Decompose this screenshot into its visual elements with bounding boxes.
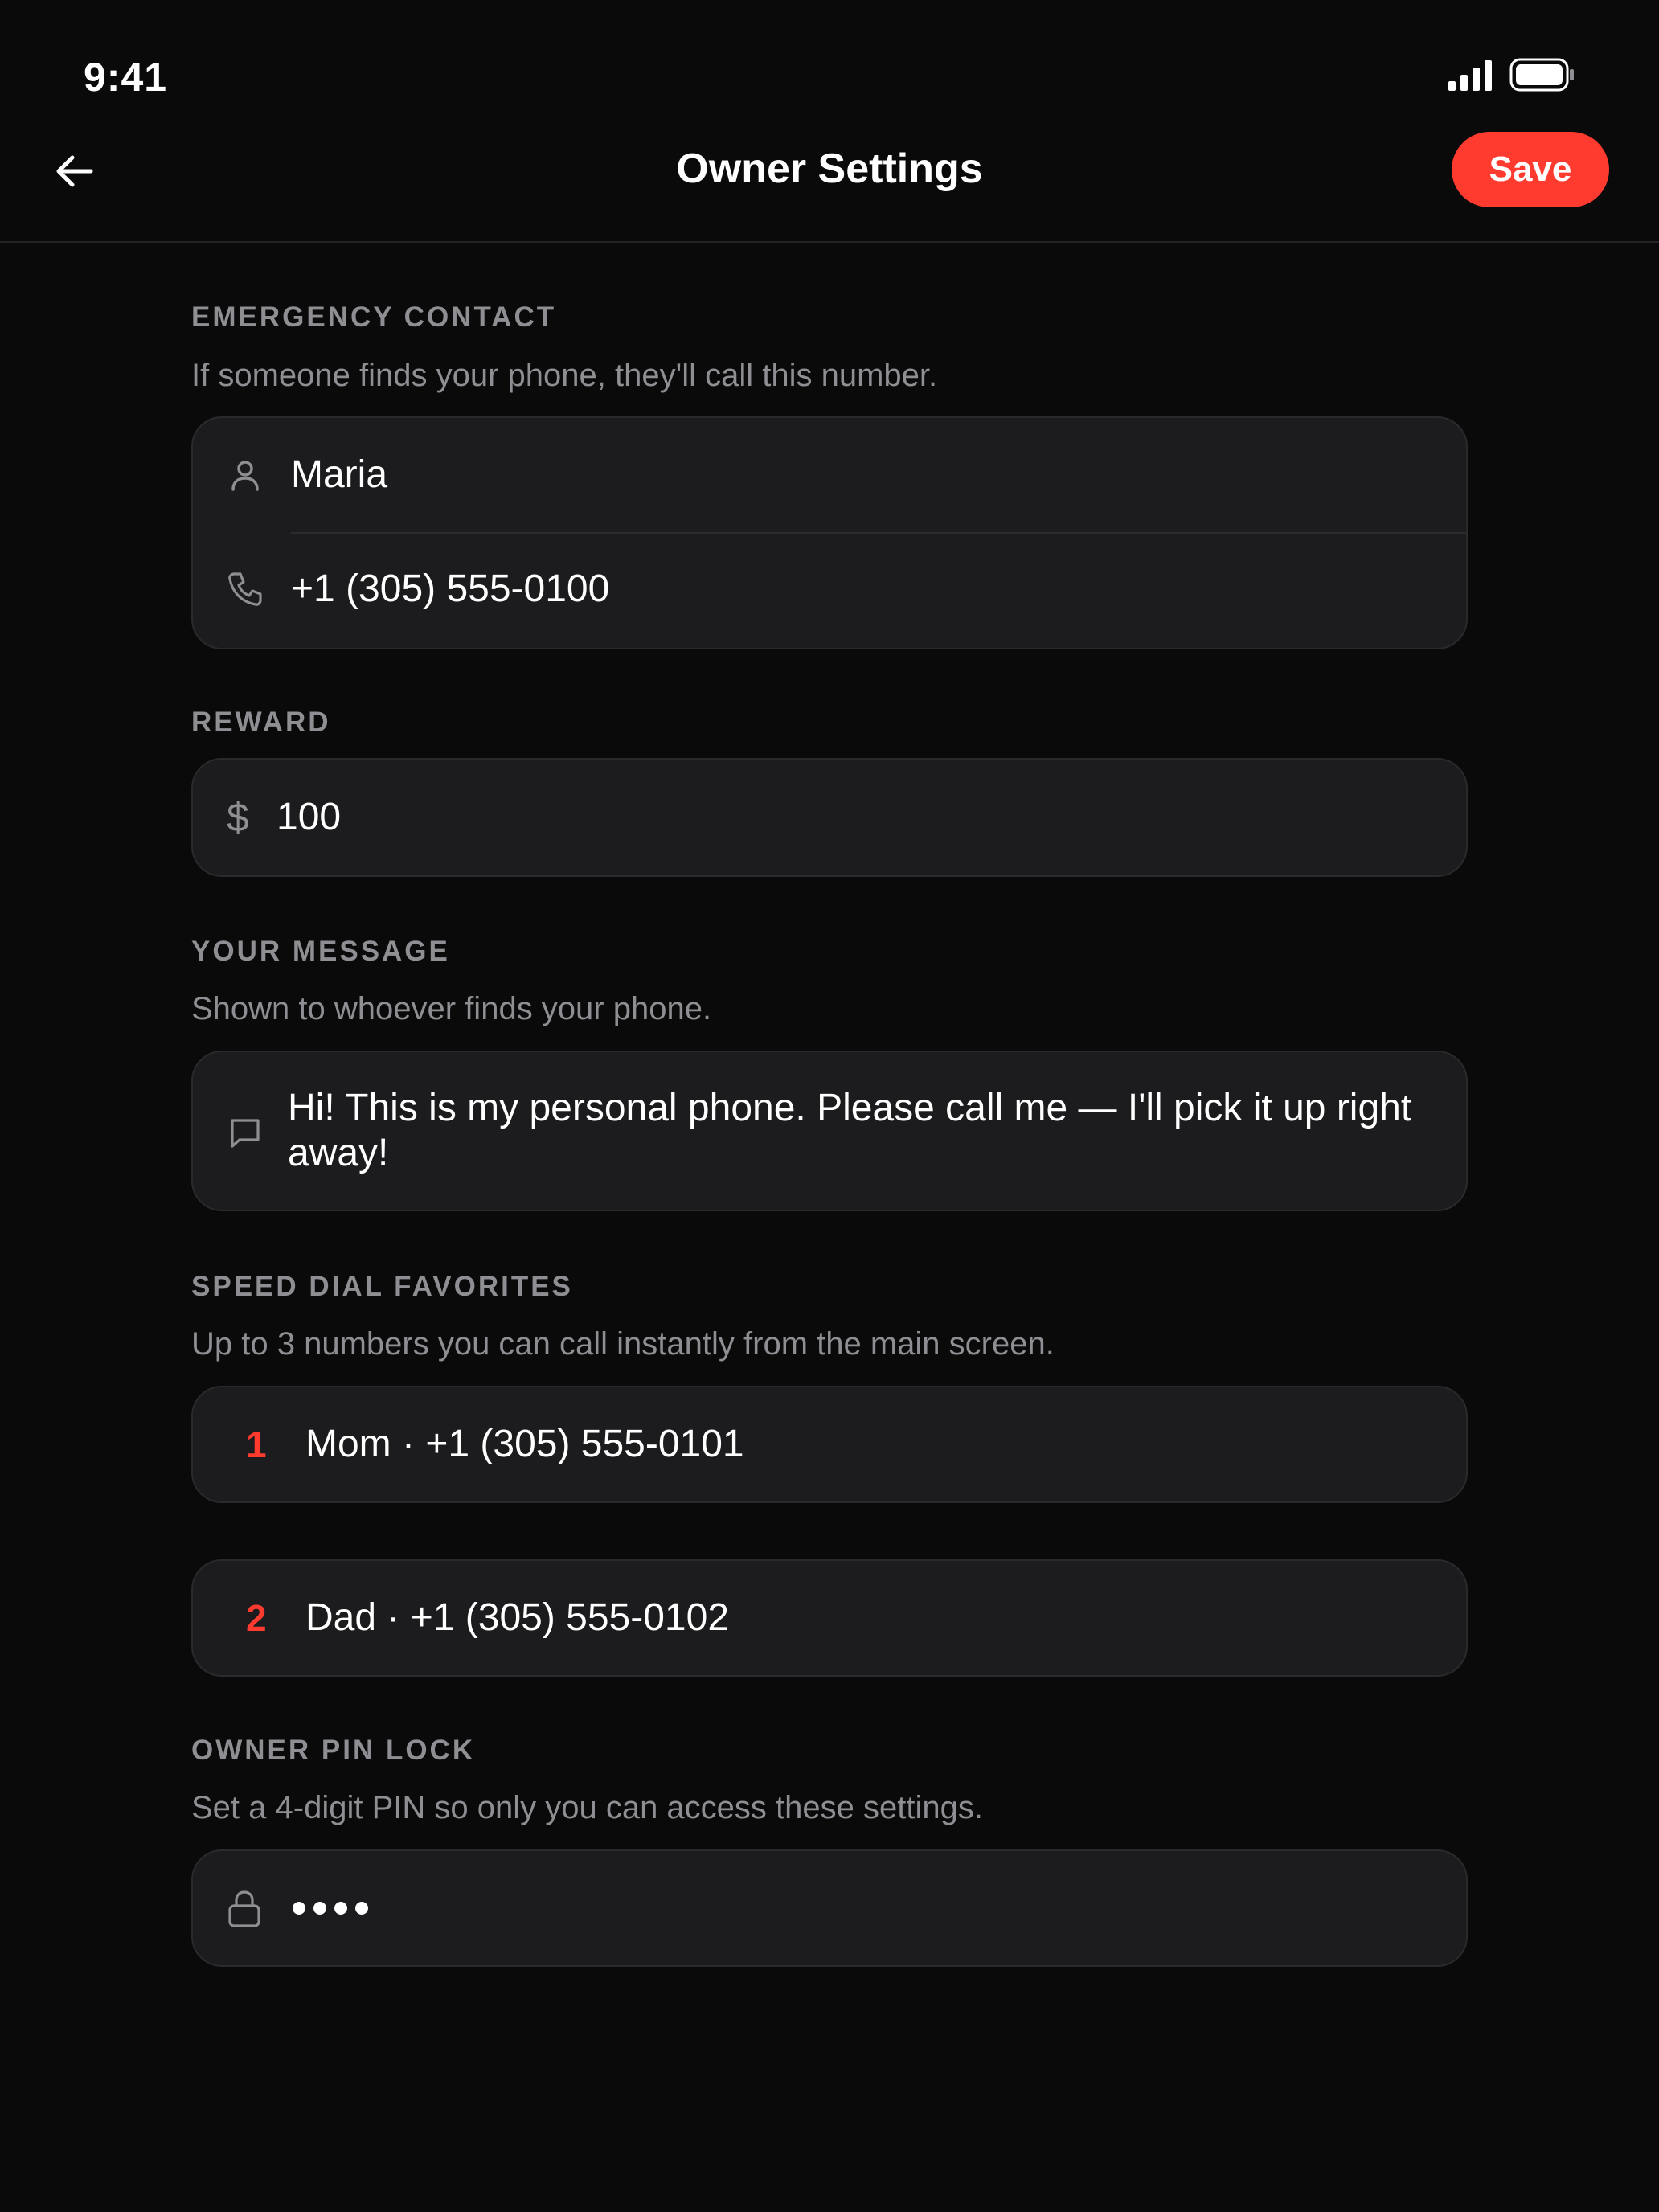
pin-dot <box>293 1902 305 1915</box>
speed-dial-item[interactable]: 2 Dad · +1 (305) 555-0102 <box>191 1559 1468 1677</box>
message-bubble-icon <box>228 1116 262 1153</box>
cellular-signal-icon <box>1448 59 1493 95</box>
message-label: YOUR MESSAGE <box>191 936 450 967</box>
pin-field[interactable] <box>191 1849 1468 1967</box>
dollar-icon: $ <box>227 795 249 840</box>
speed-dial-entry: Dad · +1 (305) 555-0102 <box>305 1596 730 1639</box>
pin-masked-value <box>293 1902 368 1915</box>
save-button[interactable]: Save <box>1452 132 1609 207</box>
lock-icon <box>227 1890 262 1932</box>
reward-field[interactable]: $ 100 <box>191 758 1468 877</box>
reward-label: REWARD <box>191 707 331 738</box>
emergency-contact-description: If someone finds your phone, they'll cal… <box>191 358 938 393</box>
status-indicators <box>1448 58 1575 96</box>
contact-name-value: Maria <box>291 453 388 496</box>
contact-phone-value: +1 (305) 555-0100 <box>291 567 610 610</box>
status-bar: 9:41 <box>0 0 1659 121</box>
message-field[interactable]: Hi! This is my personal phone. Please ca… <box>191 1051 1468 1211</box>
nav-bar: Owner Settings Save <box>0 121 1659 243</box>
pin-dot <box>334 1902 347 1915</box>
speed-dial-description: Up to 3 numbers you can call instantly f… <box>191 1326 1055 1362</box>
reward-amount-value: 100 <box>276 796 342 838</box>
contact-name-field[interactable]: Maria <box>193 418 1466 532</box>
page-title: Owner Settings <box>676 145 983 192</box>
person-icon <box>225 455 265 495</box>
emergency-contact-label: EMERGENCY CONTACT <box>191 301 557 333</box>
battery-icon <box>1509 58 1575 96</box>
pin-lock-label: OWNER PIN LOCK <box>191 1735 476 1766</box>
message-value: Hi! This is my personal phone. Please ca… <box>288 1087 1412 1174</box>
phone-icon <box>225 569 265 609</box>
emergency-contact-card: Maria +1 (305) 555-0100 <box>191 416 1468 649</box>
contact-phone-field[interactable]: +1 (305) 555-0100 <box>193 534 1466 648</box>
speed-dial-label: SPEED DIAL FAVORITES <box>191 1271 573 1302</box>
speed-dial-item[interactable]: 1 Mom · +1 (305) 555-0101 <box>191 1386 1468 1503</box>
status-time: 9:41 <box>84 55 168 100</box>
speed-dial-entry: Mom · +1 (305) 555-0101 <box>305 1423 744 1465</box>
message-description: Shown to whoever finds your phone. <box>191 991 712 1026</box>
speed-dial-number: 2 <box>246 1597 267 1639</box>
pin-dot <box>313 1902 326 1915</box>
pin-lock-description: Set a 4-digit PIN so only you can access… <box>191 1790 983 1825</box>
speed-dial-number: 1 <box>246 1423 267 1465</box>
pin-dot <box>355 1902 368 1915</box>
